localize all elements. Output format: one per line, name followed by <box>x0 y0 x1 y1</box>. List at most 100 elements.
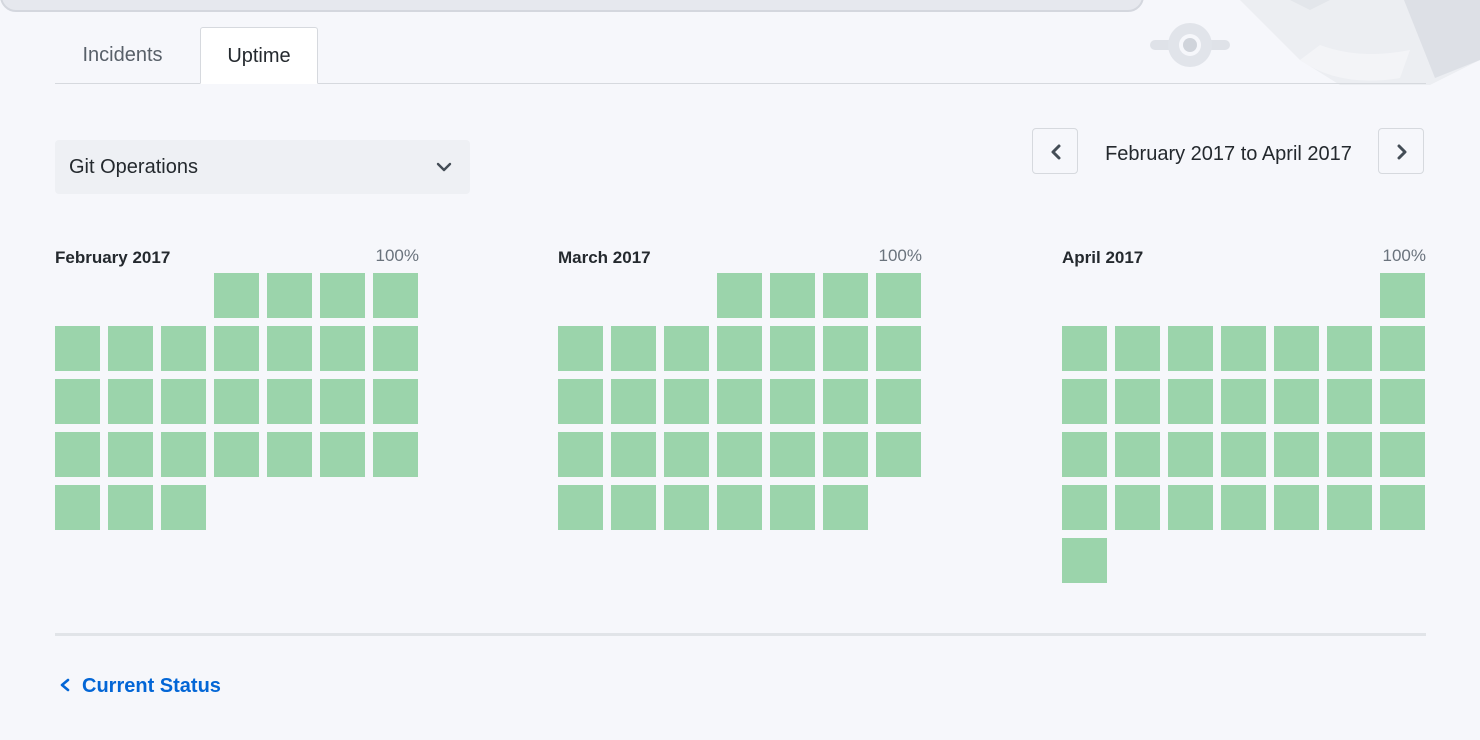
calendar-day[interactable] <box>1062 538 1107 583</box>
calendar-day[interactable] <box>55 432 100 477</box>
calendar-day[interactable] <box>664 326 709 371</box>
calendar-day[interactable] <box>558 379 603 424</box>
calendar-day[interactable] <box>611 432 656 477</box>
calendar-day[interactable] <box>1168 326 1213 371</box>
calendar-day[interactable] <box>823 326 868 371</box>
calendar-day[interactable] <box>1115 326 1160 371</box>
calendar-day[interactable] <box>1327 432 1372 477</box>
calendar-day[interactable] <box>717 379 762 424</box>
calendar-day[interactable] <box>161 432 206 477</box>
calendar-day[interactable] <box>717 326 762 371</box>
calendar-day[interactable] <box>161 379 206 424</box>
calendar-day[interactable] <box>267 273 312 318</box>
calendar-day[interactable] <box>161 485 206 530</box>
calendar-day[interactable] <box>770 379 815 424</box>
calendar-day[interactable] <box>823 379 868 424</box>
calendar-day[interactable] <box>1115 432 1160 477</box>
calendar-day[interactable] <box>1221 326 1266 371</box>
chevron-left-icon <box>1051 144 1061 160</box>
chevron-right-icon <box>1397 144 1407 160</box>
calendar-day[interactable] <box>1380 485 1425 530</box>
calendar-day[interactable] <box>611 379 656 424</box>
calendar-day[interactable] <box>558 326 603 371</box>
calendar-day[interactable] <box>320 273 365 318</box>
calendar-day[interactable] <box>214 326 259 371</box>
calendar-day[interactable] <box>1062 379 1107 424</box>
calendar-day[interactable] <box>267 326 312 371</box>
calendar-day[interactable] <box>717 273 762 318</box>
calendar-day[interactable] <box>558 432 603 477</box>
calendar-day[interactable] <box>823 485 868 530</box>
calendar-day[interactable] <box>55 326 100 371</box>
calendar-day[interactable] <box>320 379 365 424</box>
calendar-day[interactable] <box>876 432 921 477</box>
calendar-day[interactable] <box>558 485 603 530</box>
calendar-day[interactable] <box>108 326 153 371</box>
calendar-day[interactable] <box>770 273 815 318</box>
calendar-day[interactable] <box>664 485 709 530</box>
calendar-day[interactable] <box>1168 379 1213 424</box>
calendar-day[interactable] <box>373 379 418 424</box>
calendar-day[interactable] <box>320 326 365 371</box>
calendar-day[interactable] <box>876 379 921 424</box>
calendar-day[interactable] <box>267 432 312 477</box>
calendar-day[interactable] <box>717 432 762 477</box>
calendar-day[interactable] <box>611 326 656 371</box>
calendar-day[interactable] <box>1062 326 1107 371</box>
calendar-day[interactable] <box>373 432 418 477</box>
month-name: April 2017 <box>1062 248 1144 267</box>
calendar-day[interactable] <box>1327 379 1372 424</box>
calendar-day[interactable] <box>876 273 921 318</box>
calendar-day[interactable] <box>823 273 868 318</box>
calendar-day[interactable] <box>1221 432 1266 477</box>
calendar-day[interactable] <box>1274 432 1319 477</box>
next-period-button[interactable] <box>1378 128 1424 174</box>
calendar-day[interactable] <box>1380 432 1425 477</box>
calendar-day[interactable] <box>267 379 312 424</box>
calendar-day[interactable] <box>1327 326 1372 371</box>
calendar-day[interactable] <box>717 485 762 530</box>
calendar-day[interactable] <box>823 432 868 477</box>
calendar-day[interactable] <box>1274 379 1319 424</box>
calendar-day[interactable] <box>1274 485 1319 530</box>
calendar-day[interactable] <box>770 485 815 530</box>
tab-incidents[interactable]: Incidents <box>55 27 190 83</box>
calendar-day[interactable] <box>1327 485 1372 530</box>
calendar-day[interactable] <box>664 379 709 424</box>
calendar-day[interactable] <box>108 432 153 477</box>
calendar-day[interactable] <box>1380 379 1425 424</box>
calendar-day[interactable] <box>214 379 259 424</box>
calendar-day[interactable] <box>1380 326 1425 371</box>
calendar-day[interactable] <box>1380 273 1425 318</box>
current-status-link[interactable]: Current Status <box>58 672 221 700</box>
calendar-day[interactable] <box>664 432 709 477</box>
calendar-day[interactable] <box>1221 379 1266 424</box>
calendar-day[interactable] <box>770 432 815 477</box>
calendar-day[interactable] <box>214 273 259 318</box>
calendar-day[interactable] <box>1168 432 1213 477</box>
calendar-day[interactable] <box>770 326 815 371</box>
calendar-day[interactable] <box>373 326 418 371</box>
calendar-day[interactable] <box>1062 485 1107 530</box>
calendar-day[interactable] <box>1221 485 1266 530</box>
calendar-day[interactable] <box>1115 485 1160 530</box>
calendar-day[interactable] <box>373 273 418 318</box>
tab-uptime[interactable]: Uptime <box>200 27 318 84</box>
calendar-day[interactable] <box>1115 379 1160 424</box>
calendar-day[interactable] <box>55 485 100 530</box>
calendar-day[interactable] <box>320 432 365 477</box>
calendar-day[interactable] <box>108 485 153 530</box>
calendar-day[interactable] <box>1168 485 1213 530</box>
calendar-day[interactable] <box>108 379 153 424</box>
calendar-day[interactable] <box>611 485 656 530</box>
month-name: February 2017 <box>55 248 171 267</box>
calendar-day[interactable] <box>55 379 100 424</box>
calendar-day[interactable] <box>214 432 259 477</box>
calendar-day[interactable] <box>1274 326 1319 371</box>
component-select[interactable]: Git Operations <box>55 140 470 194</box>
calendar-day[interactable] <box>876 326 921 371</box>
previous-period-button[interactable] <box>1032 128 1078 174</box>
calendar-day[interactable] <box>161 326 206 371</box>
chevron-down-icon <box>436 162 452 172</box>
calendar-day[interactable] <box>1062 432 1107 477</box>
